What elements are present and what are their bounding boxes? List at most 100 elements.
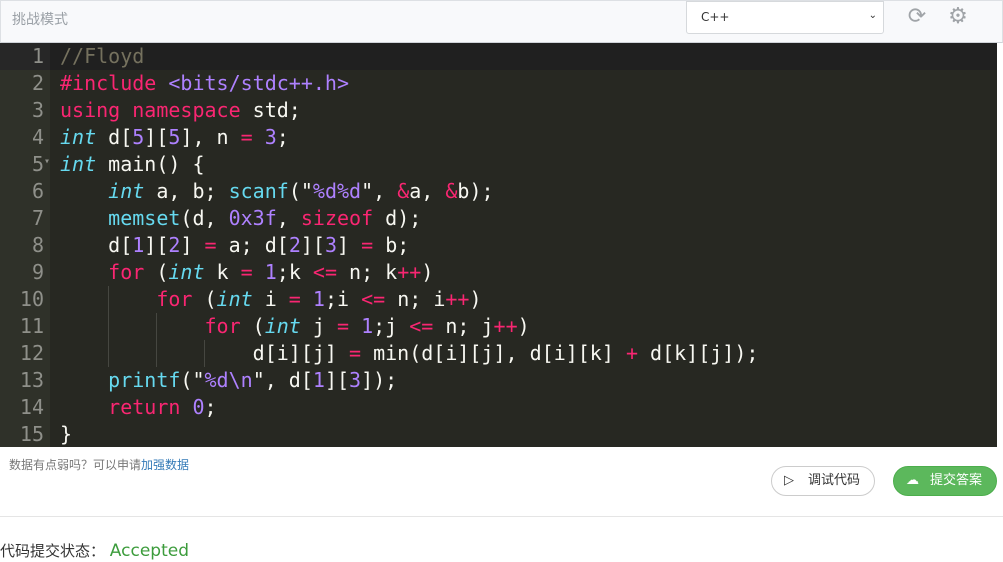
editor-toolbar: 挑战模式 C++ ⌄ ⟳ ⚙ <box>0 0 1003 43</box>
code-text: #include <bits/stdc++.h> <box>60 70 349 97</box>
code-line[interactable]: 11 for (int j = 1;j <= n; j++) <box>0 313 997 340</box>
code-line[interactable]: 4 int d[5][5], n = 3; <box>0 124 997 151</box>
debug-label: 调试代码 <box>808 473 861 488</box>
code-token: 3 <box>324 233 338 257</box>
code-token: scanf <box>228 179 289 203</box>
code-token: ], n <box>180 125 241 149</box>
code-line[interactable]: 5 ▾ int main() { <box>0 151 997 178</box>
language-value: C++ <box>701 10 730 24</box>
code-line[interactable]: 9 for (int k = 1;k <= n; k++) <box>0 259 997 286</box>
status-value: Accepted <box>109 541 189 561</box>
code-token: int <box>60 125 97 149</box>
code-token: = <box>348 341 362 365</box>
code-text: using namespace std; <box>60 97 301 124</box>
code-token: return <box>108 395 181 419</box>
line-number: 8 <box>0 232 50 259</box>
code-token: n; j <box>433 314 494 338</box>
code-token: a, b; <box>144 179 229 203</box>
code-token: ++ <box>445 287 470 311</box>
code-token: int <box>264 314 301 338</box>
code-line[interactable]: 3 using namespace std; <box>0 97 997 124</box>
code-token: <= <box>312 260 337 284</box>
code-token: for <box>204 314 241 338</box>
code-token: a; d[ <box>216 233 289 257</box>
code-token: ( <box>240 314 265 338</box>
code-line[interactable]: 2 #include <bits/stdc++.h> <box>0 70 997 97</box>
code-token: ", d[ <box>252 368 313 392</box>
fold-arrow-icon[interactable]: ▾ <box>44 148 50 175</box>
code-token: ) <box>421 260 434 284</box>
code-line[interactable]: 7 memset(d, 0x3f, sizeof d); <box>0 205 997 232</box>
code-token: n; k <box>337 260 398 284</box>
code-token: 1 <box>361 314 374 338</box>
code-token: ++ <box>493 314 518 338</box>
code-token: , <box>276 206 301 230</box>
code-token: = <box>240 125 253 149</box>
code-token: ) <box>517 314 530 338</box>
code-text: int main() { <box>60 151 205 178</box>
language-select[interactable]: C++ ⌄ <box>686 1 884 34</box>
code-token: ", <box>361 179 398 203</box>
code-line[interactable]: 13 printf("%d\n", d[1][3]); <box>0 367 997 394</box>
code-token: min(d[i][j], d[i][k] <box>361 341 626 365</box>
code-token: int <box>60 152 97 176</box>
code-token: 0x3f <box>228 206 277 230</box>
code-token: ) <box>469 287 482 311</box>
refresh-icon[interactable]: ⟳ <box>905 5 929 29</box>
code-token: a, <box>409 179 446 203</box>
code-line[interactable]: 14 return 0; <box>0 394 997 421</box>
status-label: 代码提交状态： <box>0 542 106 560</box>
line-number: 15 <box>0 421 50 447</box>
code-token: & <box>445 179 458 203</box>
code-token: int <box>108 179 145 203</box>
code-token: + <box>625 341 638 365</box>
code-token: printf <box>108 368 181 392</box>
code-token: b; <box>373 233 410 257</box>
code-editor[interactable]: 1//Floyd 2 #include <bits/stdc++.h> 3 using … <box>0 43 997 447</box>
code-token: <= <box>409 314 434 338</box>
code-line[interactable]: 10 for (int i = 1;i <= n; i++) <box>0 286 997 313</box>
code-line[interactable]: 8 d[1][2] = a; d[2][3] = b; <box>0 232 997 259</box>
code-token: ] <box>337 233 362 257</box>
code-token: 1 <box>312 287 325 311</box>
code-token: using <box>60 98 121 122</box>
play-circle-icon: ▷ <box>784 473 794 488</box>
code-token: <bits/stdc++.h> <box>168 71 349 95</box>
code-token: = <box>288 287 301 311</box>
code-token: 5 <box>168 125 181 149</box>
divider <box>0 516 1003 517</box>
submission-status: 代码提交状态： Accepted <box>0 540 189 561</box>
code-line[interactable]: 12 d[i][j] = min(d[i][j], d[i][k] + d[k]… <box>0 340 997 367</box>
code-token: = <box>204 233 217 257</box>
submit-label: 提交答案 <box>930 473 983 488</box>
code-token: 5 <box>132 125 145 149</box>
debug-code-button[interactable]: ▷ 调试代码 <box>771 466 875 496</box>
code-token: ;k <box>276 260 313 284</box>
code-text: } <box>60 421 72 447</box>
code-token: d[ <box>96 125 133 149</box>
code-token: d); <box>373 206 422 230</box>
line-number: 4 <box>0 124 50 151</box>
code-token: } <box>60 422 73 446</box>
submit-answer-button[interactable]: ☁ 提交答案 <box>893 466 997 496</box>
code-token: ( <box>144 260 169 284</box>
code-token: //Floyd <box>60 44 145 68</box>
code-text: memset(d, 0x3f, sizeof d); <box>60 205 421 232</box>
code-line[interactable]: 15} <box>0 421 997 447</box>
code-token: (" <box>180 368 205 392</box>
code-token: sizeof <box>300 206 374 230</box>
code-token: ; <box>276 125 289 149</box>
code-line[interactable]: 1 //Floyd <box>0 43 997 70</box>
code-token: 3 <box>264 125 277 149</box>
strengthen-data-link[interactable]: 加强数据 <box>141 458 189 472</box>
line-number: 6 <box>0 178 50 205</box>
code-line[interactable]: 6 int a, b; scanf("%d%d", &a, &b); <box>0 178 997 205</box>
code-token: d[ <box>60 233 133 257</box>
gear-icon[interactable]: ⚙ <box>946 5 970 29</box>
line-number: 1 <box>0 43 50 70</box>
code-token: 1 <box>132 233 145 257</box>
code-token: for <box>156 287 193 311</box>
